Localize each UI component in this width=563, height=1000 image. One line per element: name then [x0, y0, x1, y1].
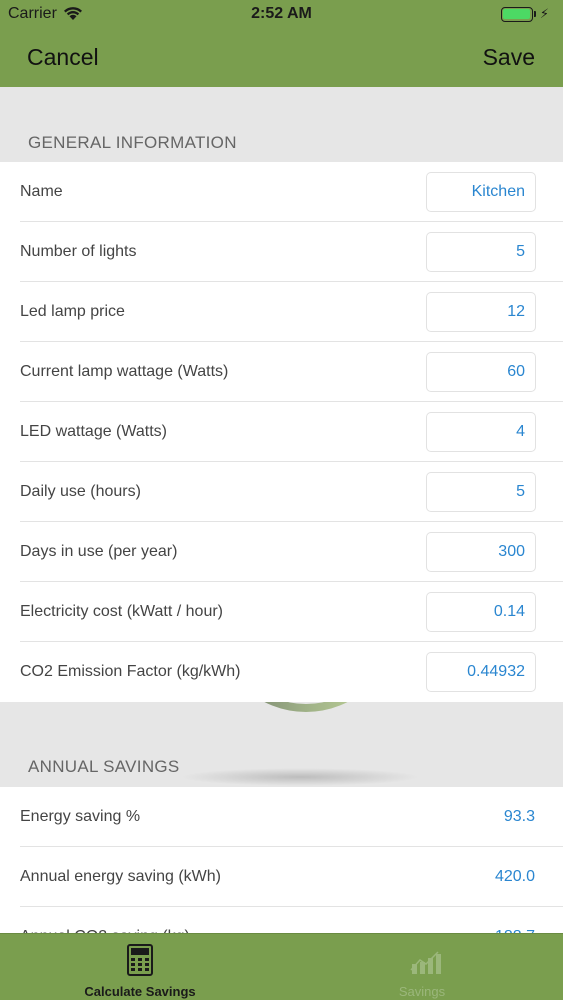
tab-bar: Calculate Savings Savings: [0, 933, 563, 1000]
charging-bolt-icon: ⚡︎: [539, 6, 549, 21]
name-field[interactable]: [426, 172, 536, 212]
field-label: Current lamp wattage (Watts): [20, 363, 229, 380]
number-of-lights-field[interactable]: [426, 232, 536, 272]
result-label: Annual energy saving (kWh): [20, 868, 221, 885]
save-button[interactable]: Save: [483, 44, 535, 71]
result-row-annual-energy-saving: Annual energy saving (kWh) 420.0: [0, 847, 563, 907]
field-row-led-lamp-price: Led lamp price: [0, 282, 563, 342]
field-row-daily-use: Daily use (hours): [0, 462, 563, 522]
status-bar: Carrier 2:52 AM ⚡︎: [0, 0, 563, 30]
current-lamp-wattage-field[interactable]: [426, 352, 536, 392]
field-label: Days in use (per year): [20, 543, 178, 560]
app-header: Carrier 2:52 AM ⚡︎ Cancel Save: [0, 0, 563, 87]
days-in-use-field[interactable]: [426, 532, 536, 572]
electricity-cost-field[interactable]: [426, 592, 536, 632]
field-label: Number of lights: [20, 243, 137, 260]
field-row-co2-emission-factor: CO2 Emission Factor (kg/kWh): [0, 642, 563, 702]
bar-chart-icon: [410, 951, 441, 974]
result-row-energy-saving: Energy saving % 93.3: [0, 787, 563, 847]
tab-calculate-savings[interactable]: Calculate Savings: [40, 934, 240, 1000]
field-label: Daily use (hours): [20, 483, 141, 500]
field-row-current-lamp-wattage: Current lamp wattage (Watts): [0, 342, 563, 402]
co2-emission-factor-field[interactable]: [426, 652, 536, 692]
tab-label: Calculate Savings: [84, 984, 196, 999]
result-value: 420.0: [494, 868, 535, 885]
field-row-name: Name: [0, 162, 563, 222]
daily-use-field[interactable]: [426, 472, 536, 512]
field-row-led-wattage: LED wattage (Watts): [0, 402, 563, 462]
tab-savings[interactable]: Savings: [322, 934, 522, 1000]
annual-savings-list: Energy saving % 93.3 Annual energy savin…: [0, 787, 563, 937]
field-label: Name: [20, 183, 63, 200]
cancel-button[interactable]: Cancel: [27, 44, 99, 71]
calculator-icon: [127, 944, 153, 976]
annual-savings-header: ANNUAL SAVINGS: [28, 757, 180, 776]
led-lamp-price-field[interactable]: [426, 292, 536, 332]
battery-icon: ⚡︎: [500, 6, 549, 22]
led-wattage-field[interactable]: [426, 412, 536, 452]
field-label: LED wattage (Watts): [20, 423, 168, 440]
general-information-list: Name Number of lights Led lamp price Cur…: [0, 162, 563, 702]
status-time: 2:52 AM: [251, 5, 312, 22]
field-label: Led lamp price: [20, 303, 125, 320]
field-row-number-of-lights: Number of lights: [0, 222, 563, 282]
field-label: CO2 Emission Factor (kg/kWh): [20, 663, 241, 680]
field-row-days-in-use: Days in use (per year): [0, 522, 563, 582]
field-label: Electricity cost (kWatt / hour): [20, 603, 223, 620]
general-information-header: GENERAL INFORMATION: [28, 133, 237, 152]
result-value: 93.3: [503, 808, 535, 825]
field-row-electricity-cost: Electricity cost (kWatt / hour): [0, 582, 563, 642]
tab-label: Savings: [398, 984, 446, 999]
result-label: Energy saving %: [20, 808, 141, 825]
